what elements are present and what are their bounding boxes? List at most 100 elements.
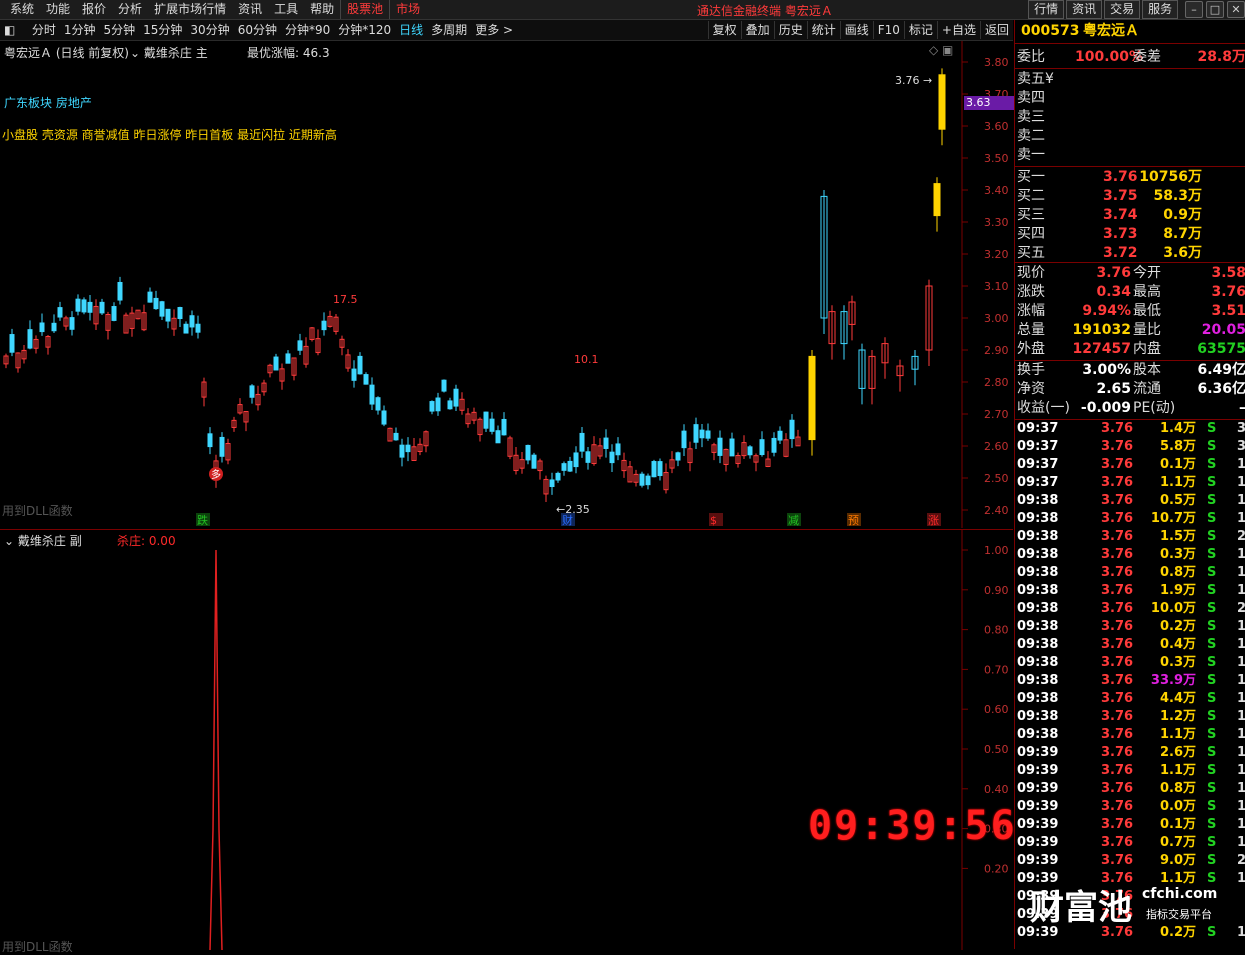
menu-bar: 系统 功能 报价 分析 扩展市场行情 资讯 工具 帮助 股票池 市场 通达信金融终端 粤宏远Ａ 行… <box>0 0 1245 20</box>
toolbar-right-button-2[interactable]: 历史 <box>773 21 807 39</box>
tick-side: S <box>1207 691 1217 706</box>
maximize-icon[interactable]: □ <box>1206 1 1224 18</box>
candle-body <box>219 436 225 457</box>
tick-time: 09:39 <box>1017 781 1059 796</box>
tick-row: 09:39 3.76 2.6万 S 1 <box>1015 744 1245 762</box>
candle-body <box>27 329 33 349</box>
tick-time: 09:39 <box>1017 745 1059 760</box>
tick-count: 1 <box>1236 835 1245 850</box>
tick-count: 2 <box>1236 853 1245 868</box>
tick-count: 1 <box>1236 619 1245 634</box>
tick-price: 3.76 <box>1101 565 1134 580</box>
watermark-sub: 指标交易平台 <box>1146 908 1212 921</box>
sub-tick-label: 0.60 <box>984 703 1009 716</box>
buy-level-row: 买一 3.76 10756万 <box>1015 168 1245 187</box>
tick-count: 1 <box>1236 457 1245 472</box>
tick-side: S <box>1207 781 1217 796</box>
toolbar-right-button-5[interactable]: F10 <box>872 21 904 39</box>
top-right-button-3[interactable]: 服务 <box>1142 0 1179 19</box>
period-tab-4[interactable]: 30分钟 <box>186 20 233 40</box>
price-tick-label: 2.90 <box>984 344 1009 357</box>
menu-item-0[interactable]: 系统 <box>4 0 40 19</box>
buy-level-volume: 8.7万 <box>1163 226 1202 242</box>
candle-body <box>675 452 681 461</box>
toolbar-right-button-7[interactable]: +自选 <box>936 21 980 39</box>
menu-item-4[interactable]: 扩展市场行情 <box>148 0 232 19</box>
tick-count: 1 <box>1236 655 1245 670</box>
toolbar-right-button-0[interactable]: 复权 <box>707 21 741 39</box>
period-tab-9[interactable]: 多周期 <box>427 20 471 40</box>
tick-time: 09:38 <box>1017 709 1059 724</box>
toolbar-right-button-3[interactable]: 统计 <box>806 21 840 39</box>
tick-row: 09:38 3.76 0.5万 S 1 <box>1015 492 1245 510</box>
toolbar-right-button-8[interactable]: 返回 <box>979 21 1013 39</box>
tick-time: 09:38 <box>1017 727 1059 742</box>
menu-item-5[interactable]: 资讯 <box>232 0 268 19</box>
panel-toggle-icon[interactable]: ◧ <box>0 20 24 40</box>
tick-count: 1 <box>1236 763 1245 778</box>
tick-price: 3.76 <box>1101 763 1134 778</box>
close-icon[interactable]: ✕ <box>1227 1 1245 18</box>
stat-label: 涨跌 <box>1017 284 1045 300</box>
menu-item-red-0[interactable]: 股票池 <box>340 0 389 19</box>
sell-level-row: 卖三 <box>1015 108 1245 127</box>
period-tab-6[interactable]: 分钟*90 <box>281 20 334 40</box>
period-tab-5[interactable]: 60分钟 <box>234 20 281 40</box>
tick-count: 1 <box>1236 745 1245 760</box>
tick-volume: 1.2万 <box>1159 709 1196 724</box>
tick-volume: 5.8万 <box>1159 439 1196 454</box>
top-right-button-1[interactable]: 资讯 <box>1066 0 1103 19</box>
top-right-button-2[interactable]: 交易 <box>1104 0 1141 19</box>
toolbar-right-button-6[interactable]: 标记 <box>903 21 937 39</box>
main-kline-chart[interactable]: 粤宏远Ａ (日线 前复权) ⌄ 戴维杀庄 主 最优涨幅: 46.3 ◇ ▣ 广东… <box>0 41 1014 528</box>
stat-value: 3.58 <box>1211 265 1245 281</box>
candle-body <box>375 397 381 411</box>
tick-side: S <box>1207 583 1217 598</box>
menu-item-6[interactable]: 工具 <box>268 0 304 19</box>
minimize-icon[interactable]: – <box>1185 1 1203 18</box>
stats-row: 外盘 127457 内盘 63575 <box>1015 340 1245 359</box>
period-tab-10[interactable]: 更多 > <box>471 20 517 40</box>
tick-time: 09:38 <box>1017 583 1059 598</box>
period-tab-7[interactable]: 分钟*120 <box>334 20 395 40</box>
top-right-button-0[interactable]: 行情 <box>1028 0 1065 19</box>
tick-time: 09:38 <box>1017 637 1059 652</box>
sub-indicator-chart[interactable]: ⌄ 戴维杀庄 副 杀庄: 0.00 用到DLL函数 1.00 0.90 0.80 0.… <box>0 529 1013 954</box>
stats-row: 涨幅 9.94% 最低 3.51 <box>1015 302 1245 321</box>
candle-body <box>693 424 699 443</box>
toolbar-right-button-4[interactable]: 画线 <box>839 21 873 39</box>
price-tick-label: 3.00 <box>984 312 1009 325</box>
period-tab-3[interactable]: 15分钟 <box>139 20 186 40</box>
tick-volume: 0.1万 <box>1159 457 1196 472</box>
tick-time: 09:38 <box>1017 547 1059 562</box>
toolbar-right-button-1[interactable]: 叠加 <box>740 21 774 39</box>
candle-body <box>789 419 795 440</box>
period-tab-0[interactable]: 分时 <box>28 20 60 40</box>
tick-count: 3 <box>1236 439 1245 454</box>
tick-row: 09:39 3.76 0.8万 S 1 <box>1015 780 1245 798</box>
menu-item-7[interactable]: 帮助 <box>304 0 340 19</box>
menu-item-1[interactable]: 功能 <box>40 0 76 19</box>
tick-row: 09:39 3.76 0.0万 S 1 <box>1015 798 1245 816</box>
candle-body <box>657 461 663 477</box>
menu-item-2[interactable]: 报价 <box>76 0 112 19</box>
menu-item-red-1[interactable]: 市场 <box>389 0 426 19</box>
candle-body <box>297 340 303 351</box>
kline-svg: 3.803.703.603.503.403.303.203.103.002.90… <box>3 41 1009 528</box>
period-tab-2[interactable]: 5分钟 <box>99 20 139 40</box>
tick-row: 09:38 3.76 10.7万 S 1 <box>1015 510 1245 528</box>
stat-label: 最高 <box>1133 284 1161 300</box>
tick-time: 09:37 <box>1017 475 1059 490</box>
period-tab-1[interactable]: 1分钟 <box>60 20 100 40</box>
tick-time: 09:38 <box>1017 655 1059 670</box>
menu-item-3[interactable]: 分析 <box>112 0 148 19</box>
tick-price: 3.76 <box>1101 673 1134 688</box>
tick-volume: 0.4万 <box>1159 637 1196 652</box>
tick-row: 09:39 3.76 0.1万 S 1 <box>1015 816 1245 834</box>
price-tick-label: 3.10 <box>984 280 1009 293</box>
candle-body <box>357 355 363 375</box>
period-tab-8[interactable]: 日线 <box>395 20 427 40</box>
stat-value: 3.00% <box>1082 362 1131 378</box>
candle-body <box>177 307 183 320</box>
price-tick-label: 2.50 <box>984 472 1009 485</box>
